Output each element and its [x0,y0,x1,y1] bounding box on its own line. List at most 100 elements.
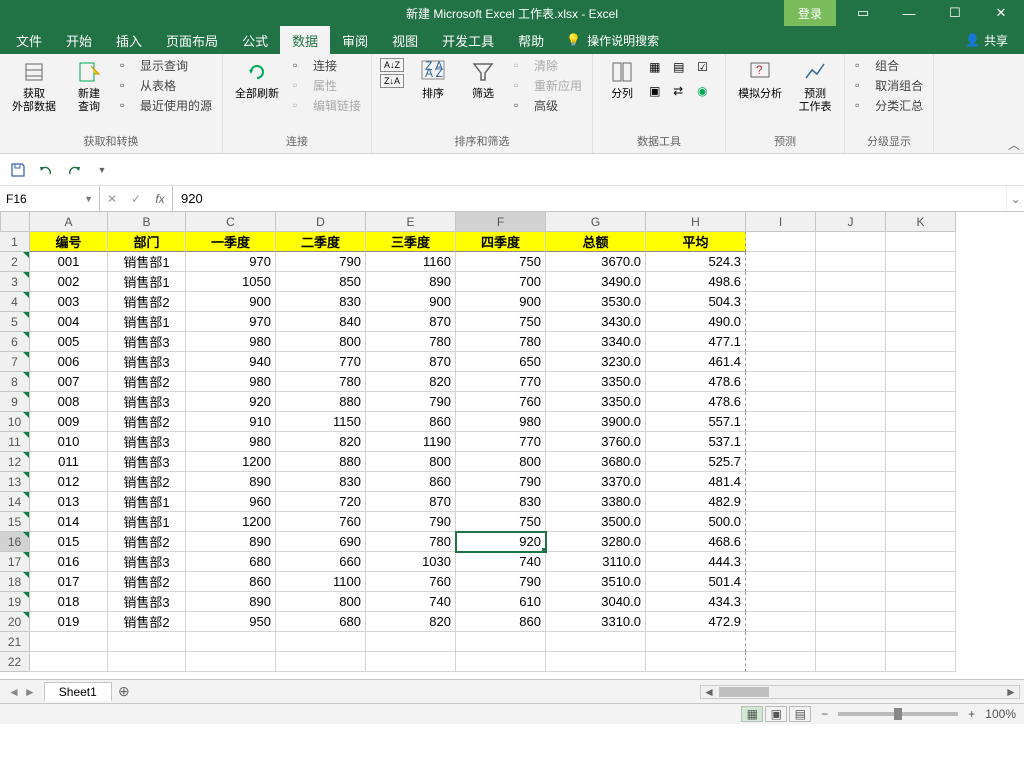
cell[interactable]: 1200 [186,452,276,472]
cell[interactable] [886,232,956,252]
cell[interactable]: 980 [186,432,276,452]
cell[interactable]: 890 [366,272,456,292]
cell[interactable] [816,652,886,672]
row-header[interactable]: 20 [0,612,30,632]
sort-az-button[interactable]: A↓Z Z↓A [378,56,406,90]
cell[interactable] [366,652,456,672]
cell[interactable] [816,372,886,392]
cell[interactable]: 830 [456,492,546,512]
cell[interactable]: 005 [30,332,108,352]
column-header[interactable]: B [108,212,186,232]
cell[interactable]: 478.6 [646,372,746,392]
cell[interactable] [886,312,956,332]
row-header[interactable]: 5 [0,312,30,332]
cell[interactable]: 销售部1 [108,492,186,512]
cell[interactable] [746,632,816,652]
cell[interactable]: 销售部2 [108,372,186,392]
cell[interactable]: 870 [366,312,456,332]
cell[interactable]: 880 [276,452,366,472]
cell[interactable] [886,512,956,532]
cell[interactable] [816,392,886,412]
close-button[interactable]: ✕ [978,0,1024,26]
cell[interactable]: 820 [276,432,366,452]
cell[interactable]: 501.4 [646,572,746,592]
cell[interactable]: 3310.0 [546,612,646,632]
cell[interactable]: 760 [456,392,546,412]
cell[interactable] [816,592,886,612]
cell[interactable]: 650 [456,352,546,372]
row-header[interactable]: 22 [0,652,30,672]
cell[interactable]: 500.0 [646,512,746,532]
cell[interactable]: 860 [456,612,546,632]
cell[interactable]: 920 [456,532,546,552]
ribbon-display-options[interactable]: ▭ [840,0,886,26]
manage-data-model-icon[interactable]: ◉ [697,84,719,106]
row-header[interactable]: 10 [0,412,30,432]
cell[interactable]: 557.1 [646,412,746,432]
sort-button[interactable]: Z AA Z 排序 [410,56,456,103]
enter-formula-icon[interactable]: ✓ [124,186,148,211]
cell[interactable] [746,392,816,412]
cell[interactable]: 820 [366,612,456,632]
flash-fill-icon[interactable]: ▦ [649,60,671,82]
cell[interactable]: 750 [456,312,546,332]
cell[interactable]: 940 [186,352,276,372]
cell[interactable] [886,492,956,512]
cell[interactable] [746,372,816,392]
cell[interactable]: 019 [30,612,108,632]
row-header[interactable]: 1 [0,232,30,252]
cell[interactable]: 830 [276,292,366,312]
cell[interactable]: 017 [30,572,108,592]
row-header[interactable]: 3 [0,272,30,292]
cell[interactable]: 二季度 [276,232,366,252]
cell[interactable]: 537.1 [646,432,746,452]
cancel-formula-icon[interactable]: ✕ [100,186,124,211]
save-icon[interactable] [8,160,28,180]
cell[interactable] [746,272,816,292]
cell[interactable]: 3280.0 [546,532,646,552]
cell[interactable]: 013 [30,492,108,512]
cell[interactable] [276,652,366,672]
column-header[interactable]: J [816,212,886,232]
cell[interactable]: 3350.0 [546,392,646,412]
column-header[interactable]: E [366,212,456,232]
cell[interactable]: 3500.0 [546,512,646,532]
cell[interactable]: 478.6 [646,392,746,412]
cell[interactable]: 3340.0 [546,332,646,352]
minimize-button[interactable]: — [886,0,932,26]
cell[interactable] [646,652,746,672]
cell[interactable] [546,652,646,672]
cell[interactable] [886,612,956,632]
cell[interactable]: 790 [366,392,456,412]
cell[interactable] [746,352,816,372]
text-to-columns-button[interactable]: 分列 [599,56,645,103]
ribbon-tab[interactable]: 视图 [380,26,430,54]
cell[interactable]: 840 [276,312,366,332]
cell[interactable]: 三季度 [366,232,456,252]
cell[interactable]: 980 [456,412,546,432]
cell[interactable]: 870 [366,352,456,372]
cell[interactable]: 1150 [276,412,366,432]
cell[interactable]: 销售部3 [108,592,186,612]
cell[interactable] [746,332,816,352]
cell[interactable]: 销售部2 [108,292,186,312]
cell[interactable]: 660 [276,552,366,572]
cell[interactable] [108,652,186,672]
cell[interactable] [816,472,886,492]
ribbon-tab[interactable]: 文件 [4,26,54,54]
column-header[interactable]: D [276,212,366,232]
cell[interactable]: 008 [30,392,108,412]
cell[interactable] [886,552,956,572]
cell[interactable]: 950 [186,612,276,632]
cell[interactable]: 001 [30,252,108,272]
what-if-analysis-button[interactable]: ? 模拟分析 [732,56,788,103]
cell[interactable]: 830 [276,472,366,492]
cell[interactable] [816,532,886,552]
cell[interactable] [816,292,886,312]
cell[interactable] [816,552,886,572]
cell[interactable] [886,392,956,412]
page-layout-view-icon[interactable]: ▣ [765,706,787,722]
cell[interactable]: 销售部1 [108,272,186,292]
cell[interactable] [276,632,366,652]
cell[interactable] [816,572,886,592]
